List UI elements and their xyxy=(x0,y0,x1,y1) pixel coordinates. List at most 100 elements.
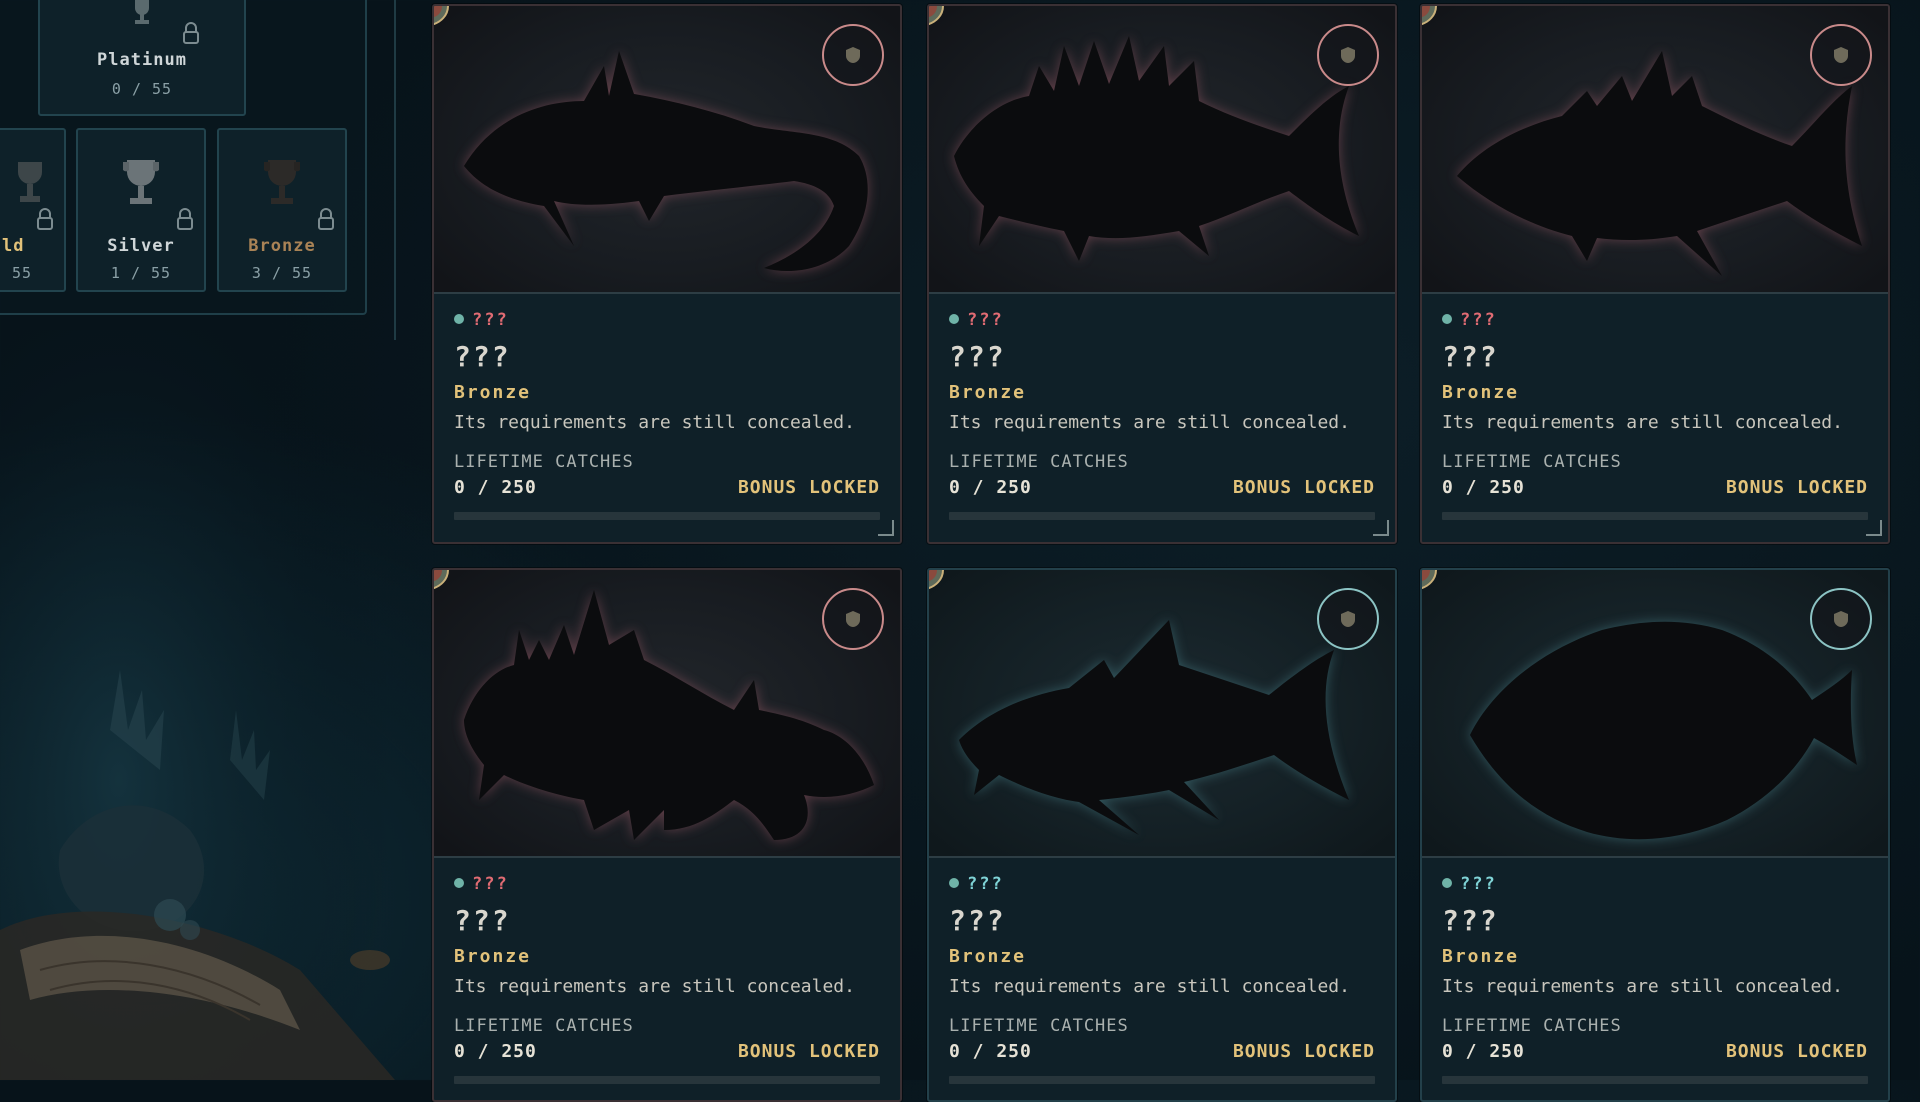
tier-badge xyxy=(1810,24,1872,86)
decorative-seabed-scene xyxy=(0,330,395,1080)
lifetime-catches-label: LIFETIME CATCHES xyxy=(949,452,1129,472)
lifetime-catches-value: 0 / 250 xyxy=(454,1041,537,1062)
trophy-icon xyxy=(135,0,149,24)
tier-count: 3 / 55 xyxy=(251,264,313,282)
tier-badge xyxy=(1317,588,1379,650)
tier-card-silver[interactable]: Silver 1 / 55 xyxy=(76,128,206,292)
fish-card[interactable]: ??? ??? Bronze Its requirements are stil… xyxy=(927,568,1397,1102)
lifetime-catches-label: LIFETIME CATCHES xyxy=(454,452,634,472)
panel-divider xyxy=(394,0,396,340)
locked-crest-icon xyxy=(1422,6,1437,26)
location-icon xyxy=(454,314,464,324)
location-text: ??? xyxy=(1460,310,1497,330)
tier-name: ld xyxy=(2,236,25,256)
location-text: ??? xyxy=(1460,874,1497,894)
lifetime-catches-label: LIFETIME CATCHES xyxy=(949,1016,1129,1036)
trophy-icon xyxy=(264,160,300,204)
bonus-status: BONUS LOCKED xyxy=(1725,1041,1868,1062)
tier-badge xyxy=(1810,588,1872,650)
fish-tier: Bronze xyxy=(454,946,532,967)
corner-ornament xyxy=(878,520,894,536)
bonus-status: BONUS LOCKED xyxy=(737,1041,880,1062)
trophy-icon xyxy=(123,160,159,204)
catch-progress-bar xyxy=(1442,512,1868,520)
tier-count: 1 / 55 xyxy=(110,264,172,282)
tier-card-bronze[interactable]: Bronze 3 / 55 xyxy=(217,128,347,292)
crest-icon xyxy=(1834,47,1848,63)
tier-card-platinum[interactable]: Platinum 0 / 55 xyxy=(38,0,246,116)
bonus-status: BONUS LOCKED xyxy=(1232,1041,1375,1062)
fish-name: ??? xyxy=(454,340,511,373)
tier-name: Bronze xyxy=(248,236,316,256)
location-text: ??? xyxy=(967,874,1004,894)
lifetime-catches-label: LIFETIME CATCHES xyxy=(1442,452,1622,472)
locked-crest-icon xyxy=(929,6,944,26)
trophy-icon xyxy=(18,162,42,202)
lifetime-catches-value: 0 / 250 xyxy=(949,477,1032,498)
locked-crest-icon xyxy=(929,570,944,590)
location-label: ??? xyxy=(1442,310,1497,330)
locked-crest-icon xyxy=(434,6,449,26)
location-icon xyxy=(1442,314,1452,324)
lock-icon xyxy=(183,22,199,44)
bonus-status: BONUS LOCKED xyxy=(1232,477,1375,498)
fish-silhouette-art xyxy=(1422,570,1888,858)
fish-card[interactable]: ??? ??? Bronze Its requirements are stil… xyxy=(1420,4,1890,544)
corner-ornament xyxy=(1373,520,1389,536)
crest-icon xyxy=(1341,611,1355,627)
fish-silhouette-art xyxy=(434,6,900,294)
location-icon xyxy=(949,314,959,324)
location-text: ??? xyxy=(967,310,1004,330)
lock-icon xyxy=(177,208,193,230)
lifetime-catches-value: 0 / 250 xyxy=(454,477,537,498)
catch-progress-bar xyxy=(454,1076,880,1084)
lifetime-catches-label: LIFETIME CATCHES xyxy=(1442,1016,1622,1036)
locked-crest-icon xyxy=(434,570,449,590)
location-label: ??? xyxy=(949,310,1004,330)
location-icon xyxy=(949,878,959,888)
fish-description: Its requirements are still concealed. xyxy=(454,412,855,433)
fish-silhouette-art xyxy=(434,570,900,858)
location-label: ??? xyxy=(1442,874,1497,894)
locked-crest-icon xyxy=(1422,570,1437,590)
bonus-status: BONUS LOCKED xyxy=(1725,477,1868,498)
location-text: ??? xyxy=(472,310,509,330)
fish-tier: Bronze xyxy=(949,946,1027,967)
bonus-status: BONUS LOCKED xyxy=(737,477,880,498)
fish-card[interactable]: ??? ??? Bronze Its requirements are stil… xyxy=(432,4,902,544)
fish-tier: Bronze xyxy=(454,382,532,403)
fish-description: Its requirements are still concealed. xyxy=(1442,976,1843,997)
catch-progress-bar xyxy=(949,512,1375,520)
tier-count: 55 xyxy=(12,264,33,282)
fish-name: ??? xyxy=(949,340,1006,373)
fish-name: ??? xyxy=(454,904,511,937)
fish-description: Its requirements are still concealed. xyxy=(1442,412,1843,433)
tier-count: 0 / 55 xyxy=(111,80,173,98)
fish-name: ??? xyxy=(1442,904,1499,937)
location-text: ??? xyxy=(472,874,509,894)
corner-ornament xyxy=(1866,520,1882,536)
fish-tier: Bronze xyxy=(949,382,1027,403)
crest-icon xyxy=(1341,47,1355,63)
fish-silhouette-art xyxy=(1422,6,1888,294)
crest-icon xyxy=(846,611,860,627)
lifetime-catches-value: 0 / 250 xyxy=(949,1041,1032,1062)
fish-card[interactable]: ??? ??? Bronze Its requirements are stil… xyxy=(927,4,1397,544)
fish-description: Its requirements are still concealed. xyxy=(949,412,1350,433)
lifetime-catches-label: LIFETIME CATCHES xyxy=(454,1016,634,1036)
fish-tier: Bronze xyxy=(1442,946,1520,967)
fish-description: Its requirements are still concealed. xyxy=(949,976,1350,997)
tier-name: Platinum xyxy=(97,50,187,70)
location-icon xyxy=(454,878,464,888)
location-label: ??? xyxy=(949,874,1004,894)
location-label: ??? xyxy=(454,310,509,330)
crest-icon xyxy=(1834,611,1848,627)
fish-card[interactable]: ??? ??? Bronze Its requirements are stil… xyxy=(432,568,902,1102)
catch-progress-bar xyxy=(1442,1076,1868,1084)
fish-silhouette-art xyxy=(929,6,1395,294)
tier-name: Silver xyxy=(107,236,175,256)
fish-card[interactable]: ??? ??? Bronze Its requirements are stil… xyxy=(1420,568,1890,1102)
tier-card-gold[interactable]: ld 55 xyxy=(0,128,66,292)
lifetime-catches-value: 0 / 250 xyxy=(1442,477,1525,498)
fish-tier: Bronze xyxy=(1442,382,1520,403)
